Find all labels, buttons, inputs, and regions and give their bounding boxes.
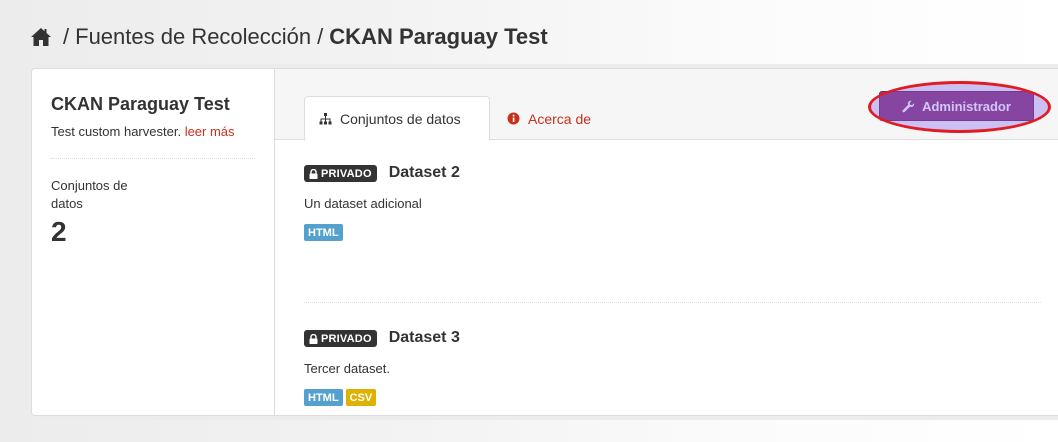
info-circle-icon bbox=[507, 112, 520, 125]
tab-about[interactable]: Acerca de bbox=[493, 96, 605, 141]
breadcrumb-current[interactable]: CKAN Paraguay Test bbox=[329, 24, 547, 50]
private-badge: Privado bbox=[304, 164, 377, 182]
private-badge-label: Privado bbox=[321, 332, 372, 345]
dataset-title-link[interactable]: Dataset 3 bbox=[389, 329, 460, 347]
private-badge-label: Privado bbox=[321, 167, 372, 180]
dataset-description: Tercer dataset. bbox=[304, 361, 390, 376]
dataset-header: Privado Dataset 2 bbox=[304, 164, 1041, 182]
list-item: Privado Dataset 3 Tercer dataset. HTML C… bbox=[304, 302, 1041, 406]
breadcrumb-separator: / bbox=[317, 24, 324, 49]
source-description: Test custom harvester. leer más bbox=[51, 123, 251, 141]
description-text: Test custom harvester. bbox=[51, 124, 182, 139]
breadcrumb: / Fuentes de Recolección / CKAN Paraguay… bbox=[30, 24, 548, 50]
tab-datasets-label: Conjuntos de datos bbox=[340, 110, 461, 127]
lock-icon bbox=[309, 168, 318, 179]
list-item: Privado Dataset 2 Un dataset adicional H… bbox=[304, 164, 1041, 241]
source-title: CKAN Paraguay Test bbox=[51, 94, 230, 114]
tab-datasets[interactable]: Conjuntos de datos bbox=[304, 96, 490, 141]
format-badge-html[interactable]: HTML bbox=[304, 389, 343, 406]
wrench-icon bbox=[902, 100, 915, 113]
read-more-link[interactable]: leer más bbox=[185, 124, 235, 139]
private-badge: Privado bbox=[304, 329, 377, 347]
harvest-source-card: CKAN Paraguay Test Test custom harvester… bbox=[31, 68, 1058, 416]
divider bbox=[51, 158, 255, 159]
admin-button-label: Administrador bbox=[922, 98, 1011, 114]
format-badge-html[interactable]: HTML bbox=[304, 224, 343, 241]
breadcrumb-separator: / bbox=[63, 24, 70, 49]
format-badge-csv[interactable]: CSV bbox=[345, 389, 377, 406]
dataset-description: Un dataset adicional bbox=[304, 196, 422, 211]
admin-button[interactable]: Administrador bbox=[879, 91, 1034, 121]
main-content: Conjuntos de datos Acerca de Administrad… bbox=[275, 69, 1058, 415]
datasets-count-value: 2 bbox=[51, 216, 67, 247]
lock-icon bbox=[309, 333, 318, 344]
dataset-title-link[interactable]: Dataset 2 bbox=[389, 164, 460, 182]
sidebar: CKAN Paraguay Test Test custom harvester… bbox=[32, 69, 275, 415]
datasets-count-label: Conjuntos de datos bbox=[51, 178, 128, 211]
format-list: HTML bbox=[304, 224, 1041, 241]
sitemap-icon bbox=[319, 112, 332, 125]
home-icon[interactable] bbox=[30, 27, 52, 47]
tabs-bar: Conjuntos de datos Acerca de Administrad… bbox=[275, 69, 1058, 141]
dataset-header: Privado Dataset 3 bbox=[304, 329, 1041, 347]
tab-about-label: Acerca de bbox=[528, 110, 592, 127]
breadcrumb-parent-link[interactable]: Fuentes de Recolección bbox=[75, 24, 311, 50]
format-list: HTML CSV bbox=[304, 389, 1041, 406]
